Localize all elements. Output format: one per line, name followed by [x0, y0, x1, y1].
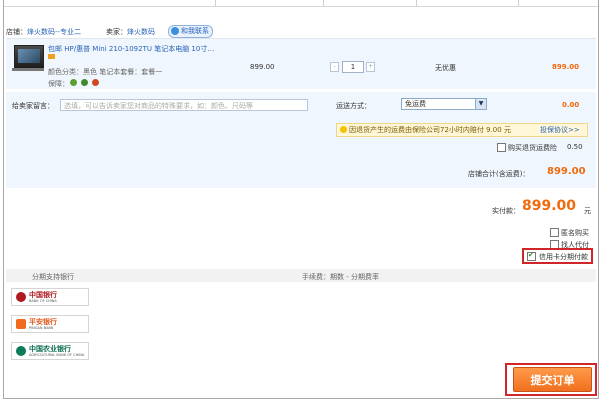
bank-subname: AGRICULTURAL BANK OF CHINA [29, 353, 85, 357]
shipping-selected: 免运费 [405, 100, 426, 108]
shipping-fee: 0.00 [562, 101, 580, 109]
bank-subname: BANK OF CHINA [29, 299, 57, 303]
bank-option-boc[interactable]: 中国银行 BANK OF CHINA [11, 288, 89, 306]
contact-seller-button[interactable]: 和我联系 [168, 25, 213, 38]
qty-plus-button[interactable]: + [366, 62, 375, 72]
notice-text: 因退货产生的运费由保险公司72小时内赔付 9.00 元 [349, 126, 511, 134]
insurance-fee: 0.50 [567, 143, 583, 151]
shop-total-value: 899.00 [547, 166, 586, 177]
installment-table-header: 分期支持银行 手续费：期数 - 分期费率 [6, 269, 596, 282]
laptop-thumbnail[interactable] [14, 45, 44, 69]
contact-seller-label: 和我联系 [181, 27, 209, 35]
lightbulb-icon [340, 126, 347, 133]
insurance-label: 购买退货运费险 [508, 144, 557, 152]
insurance-notice: 因退货产生的运费由保险公司72小时内赔付 9.00 元 投保协议>> [336, 123, 588, 137]
payment-total: 899.00 [522, 198, 577, 214]
unit-price: 899.00 [250, 63, 275, 71]
seller-name-link[interactable]: 烽火数码 [127, 27, 155, 37]
guarantee-label: 保障： [48, 80, 69, 88]
message-shipping-section: 给卖家留言： 选填，可以告诉卖家您对商品的特殊要求，如：颜色、尺码等 运送方式：… [6, 92, 596, 188]
col-fee-header: 手续费：期数 - 分期费率 [302, 273, 379, 281]
shipping-label: 运送方式： [336, 102, 371, 110]
guarantee-icon-2[interactable] [81, 79, 88, 86]
pingan-logo-icon [16, 319, 26, 329]
col-bank-header: 分期支持银行 [32, 273, 74, 281]
bank-subname: PINGAN BANK [29, 326, 54, 330]
guarantee-icon-3[interactable] [92, 79, 99, 86]
shop-total-label: 店铺合计(含运费)： [468, 170, 530, 178]
anonymous-label: 匿名购买 [561, 229, 589, 237]
bank-option-abc[interactable]: 中国农业银行 AGRICULTURAL BANK OF CHINA [11, 342, 89, 360]
chevron-down-icon: ▼ [475, 99, 486, 109]
item-spec: 颜色分类：黑色 笔记本套餐：套餐一 [48, 68, 163, 76]
insurance-agreement-link[interactable]: 投保协议>> [540, 124, 580, 136]
badge-icon [48, 54, 55, 59]
shipping-method-select[interactable]: 免运费 ▼ [401, 98, 487, 110]
bank-option-pingan[interactable]: 平安银行 PINGAN BANK [11, 315, 89, 333]
insurance-checkbox[interactable] [497, 143, 506, 152]
anonymous-checkbox[interactable] [550, 228, 559, 237]
submit-highlight-box [505, 363, 597, 396]
discount-text: 无优惠 [435, 64, 456, 72]
shop-bar: 店铺： 烽火数码--专业二 卖家： 烽火数码 和我联系 [6, 22, 596, 38]
item-subtotal: 899.00 [552, 63, 580, 71]
payment-label: 实付款： [492, 207, 520, 215]
chat-icon [171, 27, 179, 35]
item-row: 包邮 HP/惠普 Mini 210-1092TU 笔记本电脑 10寸… 颜色分类… [6, 38, 596, 89]
abc-logo-icon [16, 346, 26, 356]
seller-label: 卖家： [106, 28, 127, 36]
installment-highlight-box [522, 248, 593, 264]
top-column-strip [4, 0, 598, 7]
shop-name-link[interactable]: 烽火数码--专业二 [27, 27, 81, 37]
guarantee-icon-1[interactable] [70, 79, 77, 86]
quantity-input[interactable]: 1 [342, 61, 364, 73]
item-title-link[interactable]: 包邮 HP/惠普 Mini 210-1092TU 笔记本电脑 10寸… [48, 44, 214, 54]
boc-logo-icon [16, 292, 26, 302]
qty-minus-button[interactable]: - [330, 62, 339, 72]
seller-message-input[interactable]: 选填，可以告诉卖家您对商品的特殊要求，如：颜色、尺码等 [60, 99, 308, 111]
laptop-thumbnail-base [12, 68, 44, 71]
shop-label: 店铺： [6, 28, 27, 36]
message-label: 给卖家留言： [12, 102, 54, 110]
payment-unit: 元 [584, 207, 591, 215]
